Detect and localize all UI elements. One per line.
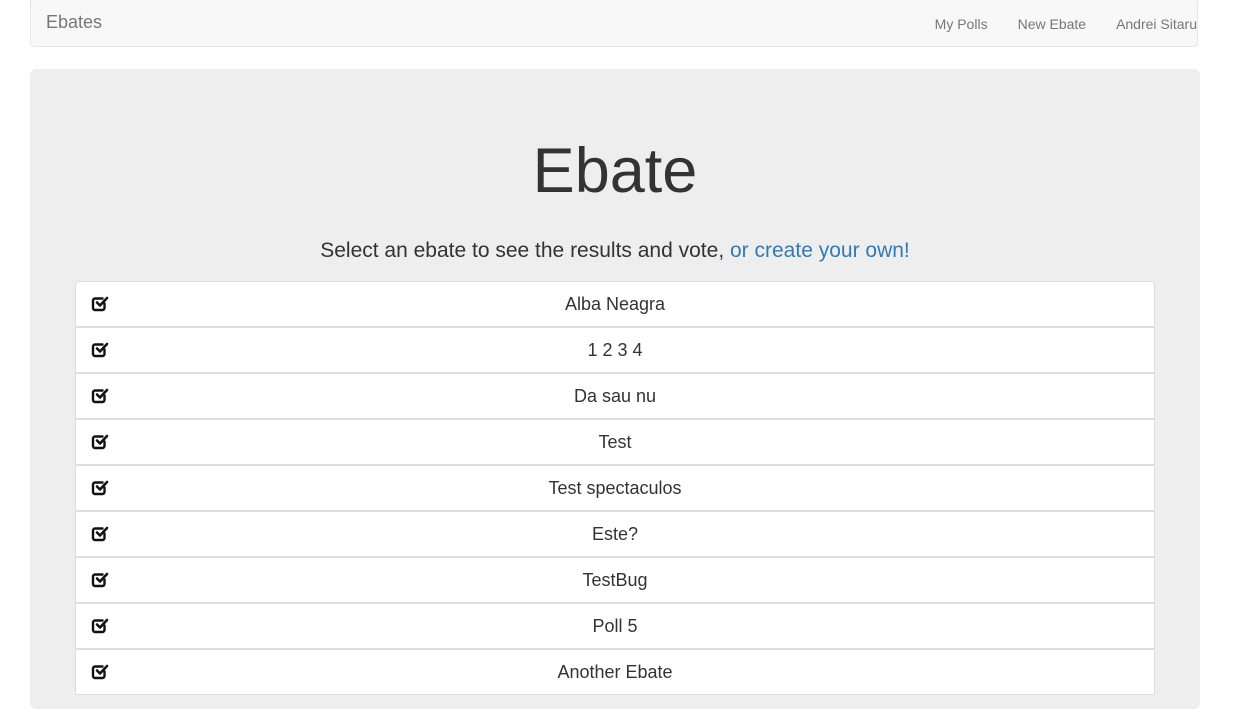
poll-list-item[interactable]: Alba Neagra bbox=[75, 281, 1155, 327]
check-square-icon bbox=[91, 388, 109, 404]
poll-title: 1 2 3 4 bbox=[587, 340, 643, 360]
poll-list: Alba Neagra 1 2 3 4 Da sau nu Test Test … bbox=[75, 281, 1155, 695]
check-square-icon bbox=[91, 480, 109, 496]
check-square-icon bbox=[91, 434, 109, 450]
navbar: Ebates My Polls New Ebate Andrei Sitaru bbox=[30, 0, 1198, 47]
check-square-icon bbox=[91, 296, 109, 312]
check-square-icon bbox=[91, 618, 109, 634]
poll-title: Test bbox=[598, 432, 632, 452]
jumbotron: Ebate Select an ebate to see the results… bbox=[30, 69, 1200, 709]
poll-title: TestBug bbox=[582, 570, 648, 590]
check-square-icon bbox=[91, 572, 109, 588]
nav-user-account[interactable]: Andrei Sitaru bbox=[1101, 14, 1197, 34]
poll-title: Alba Neagra bbox=[564, 294, 666, 314]
poll-list-item[interactable]: Test spectaculos bbox=[75, 465, 1155, 511]
poll-list-item[interactable]: Test bbox=[75, 419, 1155, 465]
nav-links: My Polls New Ebate Andrei Sitaru bbox=[920, 14, 1197, 34]
page-subtitle: Select an ebate to see the results and v… bbox=[30, 238, 1200, 264]
poll-list-item[interactable]: Poll 5 bbox=[75, 603, 1155, 649]
create-ebate-link[interactable]: or create your own! bbox=[730, 239, 910, 262]
poll-list-item[interactable]: Another Ebate bbox=[75, 649, 1155, 695]
nav-new-ebate[interactable]: New Ebate bbox=[1003, 14, 1101, 34]
poll-title: Test spectaculos bbox=[548, 478, 682, 498]
check-square-icon bbox=[91, 342, 109, 358]
page-title: Ebate bbox=[532, 136, 698, 206]
poll-list-item[interactable]: Este? bbox=[75, 511, 1155, 557]
poll-title: Este? bbox=[591, 524, 639, 544]
poll-title: Da sau nu bbox=[573, 386, 657, 406]
poll-title: Another Ebate bbox=[557, 662, 673, 682]
brand-link[interactable]: Ebates bbox=[46, 12, 102, 32]
poll-list-item[interactable]: 1 2 3 4 bbox=[75, 327, 1155, 373]
nav-my-polls[interactable]: My Polls bbox=[920, 14, 1003, 34]
check-square-icon bbox=[91, 664, 109, 680]
poll-title: Poll 5 bbox=[592, 616, 638, 636]
poll-list-item[interactable]: TestBug bbox=[75, 557, 1155, 603]
poll-list-item[interactable]: Da sau nu bbox=[75, 373, 1155, 419]
subtitle-text: Select an ebate to see the results and v… bbox=[320, 239, 730, 262]
check-square-icon bbox=[91, 526, 109, 542]
